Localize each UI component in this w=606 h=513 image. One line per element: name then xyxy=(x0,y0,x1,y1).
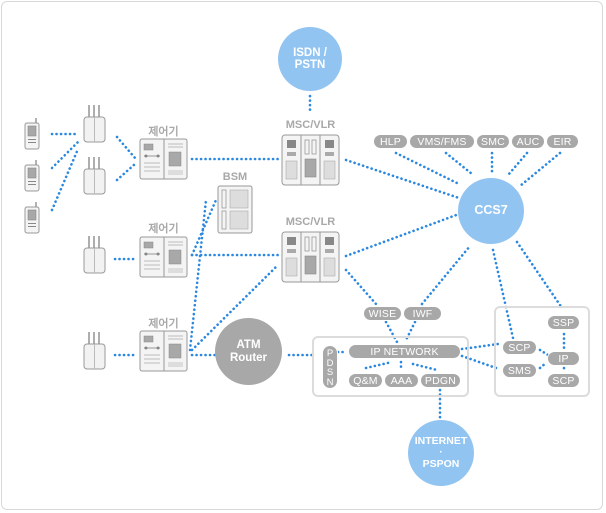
pdsn-node: P D S N xyxy=(322,345,338,389)
wise-node: WISE xyxy=(363,306,402,321)
controller-icon xyxy=(139,330,188,372)
scp-node: SCP xyxy=(502,340,537,355)
ip-network-node: IP NETWORK xyxy=(348,344,461,359)
mobile-phone-icon xyxy=(24,201,40,234)
controller-icon xyxy=(139,236,188,278)
msc-vlr-server-icon xyxy=(281,231,340,283)
scp-node: SCP xyxy=(547,373,580,388)
controller-icon xyxy=(139,138,188,180)
mobile-phone-icon xyxy=(24,159,40,192)
bsm-server-icon xyxy=(217,185,253,234)
isdn-pstn-network: ISDN / PSTN xyxy=(278,27,342,91)
controller-label: 제어기 xyxy=(148,126,179,138)
aaa-node: AAA xyxy=(384,373,419,388)
base-station-icon xyxy=(83,235,106,274)
controller-label: 제어기 xyxy=(148,318,179,330)
base-station-icon xyxy=(83,156,106,195)
mobile-phone-icon xyxy=(24,117,40,150)
atm-router: ATM Router xyxy=(215,318,282,385)
msc-vlr-label: MSC/VLR xyxy=(285,119,336,131)
base-station-icon xyxy=(83,104,106,143)
base-stations xyxy=(83,104,106,370)
msc-vlr-label: MSC/VLR xyxy=(285,216,336,228)
ip-node: IP xyxy=(547,351,580,366)
msc-vlr-server-icon xyxy=(281,134,340,186)
iwf-node: IWF xyxy=(403,306,442,321)
ssp-node: SSP xyxy=(547,315,580,330)
auc-node: AUC xyxy=(511,134,545,149)
mobile-phones xyxy=(24,117,40,234)
qm-node: Q&M xyxy=(348,373,383,388)
controllers xyxy=(139,138,188,372)
ccs7-network: CCS7 xyxy=(458,178,524,244)
smc-node: SMC xyxy=(476,134,510,149)
controller-label: 제어기 xyxy=(148,223,179,235)
hlp-node: HLP xyxy=(373,134,408,149)
pdgn-node: PDGN xyxy=(420,373,461,388)
internet-pspon-network: INTERNET · PSPON xyxy=(408,420,474,486)
base-station-icon xyxy=(83,331,106,370)
sms-node: SMS xyxy=(502,363,537,378)
vms-fms-node: VMS/FMS xyxy=(409,134,475,149)
eir-node: EIR xyxy=(546,134,579,149)
bsm-label: BSM xyxy=(222,171,248,183)
